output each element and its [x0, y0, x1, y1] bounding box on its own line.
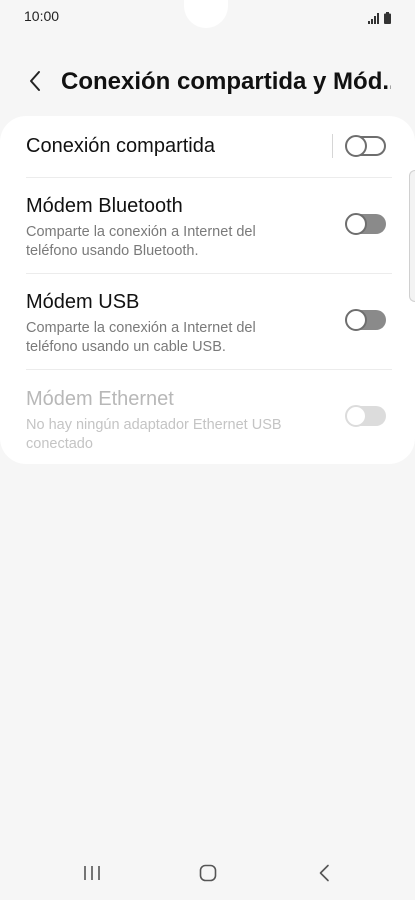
camera-notch: [184, 0, 228, 28]
setting-row-conexion-compartida[interactable]: Conexión compartida: [26, 134, 388, 158]
toggle-modem-usb[interactable]: [345, 309, 386, 331]
status-time: 10:00: [24, 8, 60, 24]
signal-icon: [368, 13, 379, 24]
recent-apps-button[interactable]: [77, 860, 107, 886]
back-button[interactable]: [20, 66, 50, 96]
chevron-left-icon: [30, 71, 40, 91]
toggle-modem-ethernet: [345, 405, 386, 427]
app-header: Conexión compartida y Mód...: [0, 60, 415, 106]
setting-description: Comparte la conexión a Internet del telé…: [26, 320, 256, 355]
nav-back-button[interactable]: [309, 860, 339, 886]
toggle-conexion-compartida[interactable]: [345, 135, 386, 157]
toggle-knob: [345, 405, 367, 427]
recent-apps-icon: [84, 866, 100, 880]
home-button[interactable]: [193, 860, 223, 886]
setting-title: Conexión compartida: [26, 135, 215, 157]
status-icons: [368, 10, 391, 24]
vertical-divider: [332, 134, 333, 158]
home-icon: [199, 864, 217, 882]
toggle-knob: [345, 135, 367, 157]
setting-row-modem-usb[interactable]: Módem USB Comparte la conexión a Interne…: [26, 290, 388, 357]
scroll-indicator[interactable]: [409, 170, 415, 302]
setting-description: No hay ningún adaptador Ethernet USB con…: [26, 417, 282, 452]
setting-title: Módem Bluetooth: [26, 195, 183, 217]
screen: 10:00 Conexión compartida y Mód... Conex…: [0, 0, 415, 900]
status-bar: 10:00: [0, 0, 415, 34]
page-title: Conexión compartida y Mód...: [61, 68, 391, 95]
setting-title: Módem Ethernet: [26, 388, 174, 410]
setting-title: Módem USB: [26, 291, 140, 313]
back-icon: [319, 864, 329, 882]
setting-description: Comparte la conexión a Internet del telé…: [26, 224, 256, 259]
divider: [26, 177, 392, 178]
divider: [26, 369, 392, 370]
toggle-knob: [345, 309, 367, 331]
navigation-bar: [0, 848, 415, 900]
battery-icon: [384, 12, 391, 24]
setting-row-modem-bluetooth[interactable]: Módem Bluetooth Comparte la conexión a I…: [26, 194, 388, 261]
divider: [26, 273, 392, 274]
setting-row-modem-ethernet: Módem Ethernet No hay ningún adaptador E…: [26, 387, 388, 454]
toggle-modem-bluetooth[interactable]: [345, 213, 386, 235]
settings-card: Conexión compartida Módem Bluetooth Comp…: [0, 116, 415, 464]
toggle-knob: [345, 213, 367, 235]
